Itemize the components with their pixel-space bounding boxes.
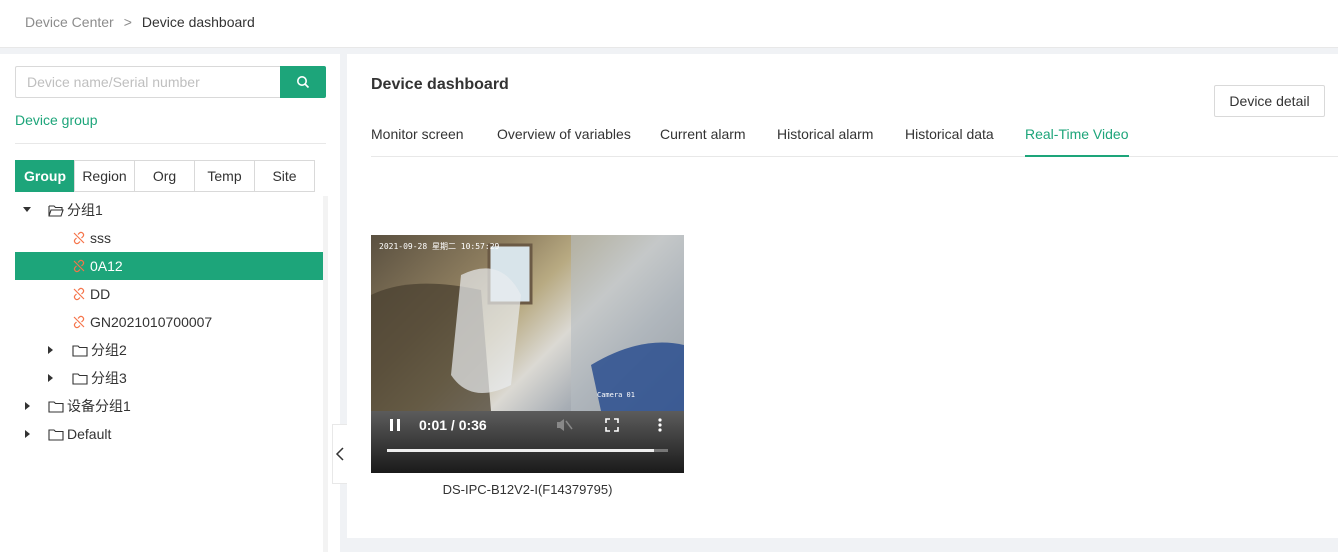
video-progress-fill (387, 449, 654, 452)
tree-node-group2[interactable]: 分组2 (15, 336, 323, 364)
segment-site[interactable]: Site (254, 160, 315, 192)
tab-overview-of-variables[interactable]: Overview of variables (497, 126, 631, 157)
tree-scrollbar[interactable] (323, 196, 328, 552)
tree-label: Default (67, 426, 112, 442)
group-type-selector: Group Region Org Temp Site (15, 160, 315, 192)
volume-muted-icon (557, 419, 573, 431)
folder-icon (72, 371, 88, 385)
device-group-tab[interactable]: Device group (15, 112, 326, 144)
device-group-tab-label: Device group (15, 112, 98, 128)
video-caption: DS-IPC-B12V2-I(F14379795) (442, 482, 613, 497)
fullscreen-icon (605, 418, 619, 432)
video-frame[interactable]: 2021-09-28 星期二 10:57:29 Camera 01 (371, 235, 684, 411)
tree-node-device[interactable]: GN2021010700007 (15, 308, 323, 336)
link-broken-icon (72, 259, 88, 273)
search-input[interactable] (15, 66, 280, 98)
tab-historical-data[interactable]: Historical data (905, 126, 994, 157)
tab-monitor-screen[interactable]: Monitor screen (371, 126, 464, 157)
main-panel: Device dashboard Device detail Monitor s… (347, 54, 1338, 538)
tree-label: 0A12 (90, 258, 123, 274)
video-progress-bar[interactable] (387, 449, 668, 452)
segment-temp[interactable]: Temp (194, 160, 255, 192)
folder-icon (72, 343, 88, 357)
tree-node-device[interactable]: DD (15, 280, 323, 308)
folder-icon (48, 399, 64, 413)
caret-right-icon[interactable] (25, 402, 30, 410)
link-broken-icon (72, 315, 88, 329)
search-icon (297, 76, 310, 89)
link-broken-icon (72, 287, 88, 301)
tree-node-group3[interactable]: 分组3 (15, 364, 323, 392)
tree-label: DD (90, 286, 111, 302)
video-timestamp-overlay: 2021-09-28 星期二 10:57:29 (379, 242, 500, 251)
segment-group[interactable]: Group (15, 160, 75, 192)
tree-label: 分组3 (91, 370, 127, 386)
tree-node-default[interactable]: Default (15, 420, 323, 448)
search-button[interactable] (280, 66, 326, 98)
video-time-display: 0:01 / 0:36 (419, 417, 487, 433)
tree-label: sss (90, 230, 111, 246)
page-title: Device dashboard (371, 76, 509, 93)
video-scene-graphic (371, 235, 684, 411)
folder-icon (48, 427, 64, 441)
folder-open-icon (48, 203, 64, 217)
tab-historical-alarm[interactable]: Historical alarm (777, 126, 873, 157)
more-options-button[interactable] (651, 416, 669, 434)
device-detail-button[interactable]: Device detail (1214, 85, 1325, 117)
tree-node-device[interactable]: sss (15, 224, 323, 252)
video-player[interactable]: 2021-09-28 星期二 10:57:29 Camera 01 0:01 /… (371, 235, 684, 473)
breadcrumb: Device Center > Device dashboard (25, 14, 255, 30)
breadcrumb-device-center[interactable]: Device Center (25, 14, 114, 30)
tree-node-devgroup1[interactable]: 设备分组1 (15, 392, 323, 420)
tab-real-time-video[interactable]: Real-Time Video (1025, 126, 1129, 157)
tab-current-alarm[interactable]: Current alarm (660, 126, 746, 157)
segment-org[interactable]: Org (134, 160, 195, 192)
breadcrumb-current: Device dashboard (141, 14, 255, 30)
pause-button[interactable] (386, 416, 404, 434)
tree-label: 设备分组1 (67, 398, 131, 414)
mute-button[interactable] (555, 416, 573, 434)
more-vertical-icon (658, 418, 662, 432)
caret-right-icon[interactable] (48, 374, 53, 382)
pause-icon (390, 419, 400, 431)
device-group-panel: Device group Group Region Org Temp Site … (0, 54, 340, 552)
dashboard-tabs: Monitor screen Overview of variables Cur… (371, 124, 1338, 157)
tree-node-group1[interactable]: 分组1 (15, 196, 323, 224)
segment-region[interactable]: Region (74, 160, 135, 192)
top-bar: Device Center > Device dashboard (0, 0, 1338, 48)
video-controls: 0:01 / 0:36 (371, 411, 684, 473)
camera-label-overlay: Camera 01 (597, 391, 635, 399)
collapse-panel-button[interactable] (332, 424, 348, 484)
chevron-left-icon (335, 447, 344, 461)
caret-down-icon[interactable] (23, 207, 31, 212)
tree-label: 分组2 (91, 342, 127, 358)
fullscreen-button[interactable] (603, 416, 621, 434)
device-tree: 分组1 sss 0A12 DD GN2021010700007 分组2 分组3 … (15, 196, 323, 448)
breadcrumb-separator: > (123, 14, 132, 30)
tree-node-device-selected[interactable]: 0A12 (15, 252, 323, 280)
caret-right-icon[interactable] (25, 430, 30, 438)
link-broken-icon (72, 231, 88, 245)
tree-label: 分组1 (67, 202, 103, 218)
caret-right-icon[interactable] (48, 346, 53, 354)
tree-label: GN2021010700007 (90, 314, 213, 330)
